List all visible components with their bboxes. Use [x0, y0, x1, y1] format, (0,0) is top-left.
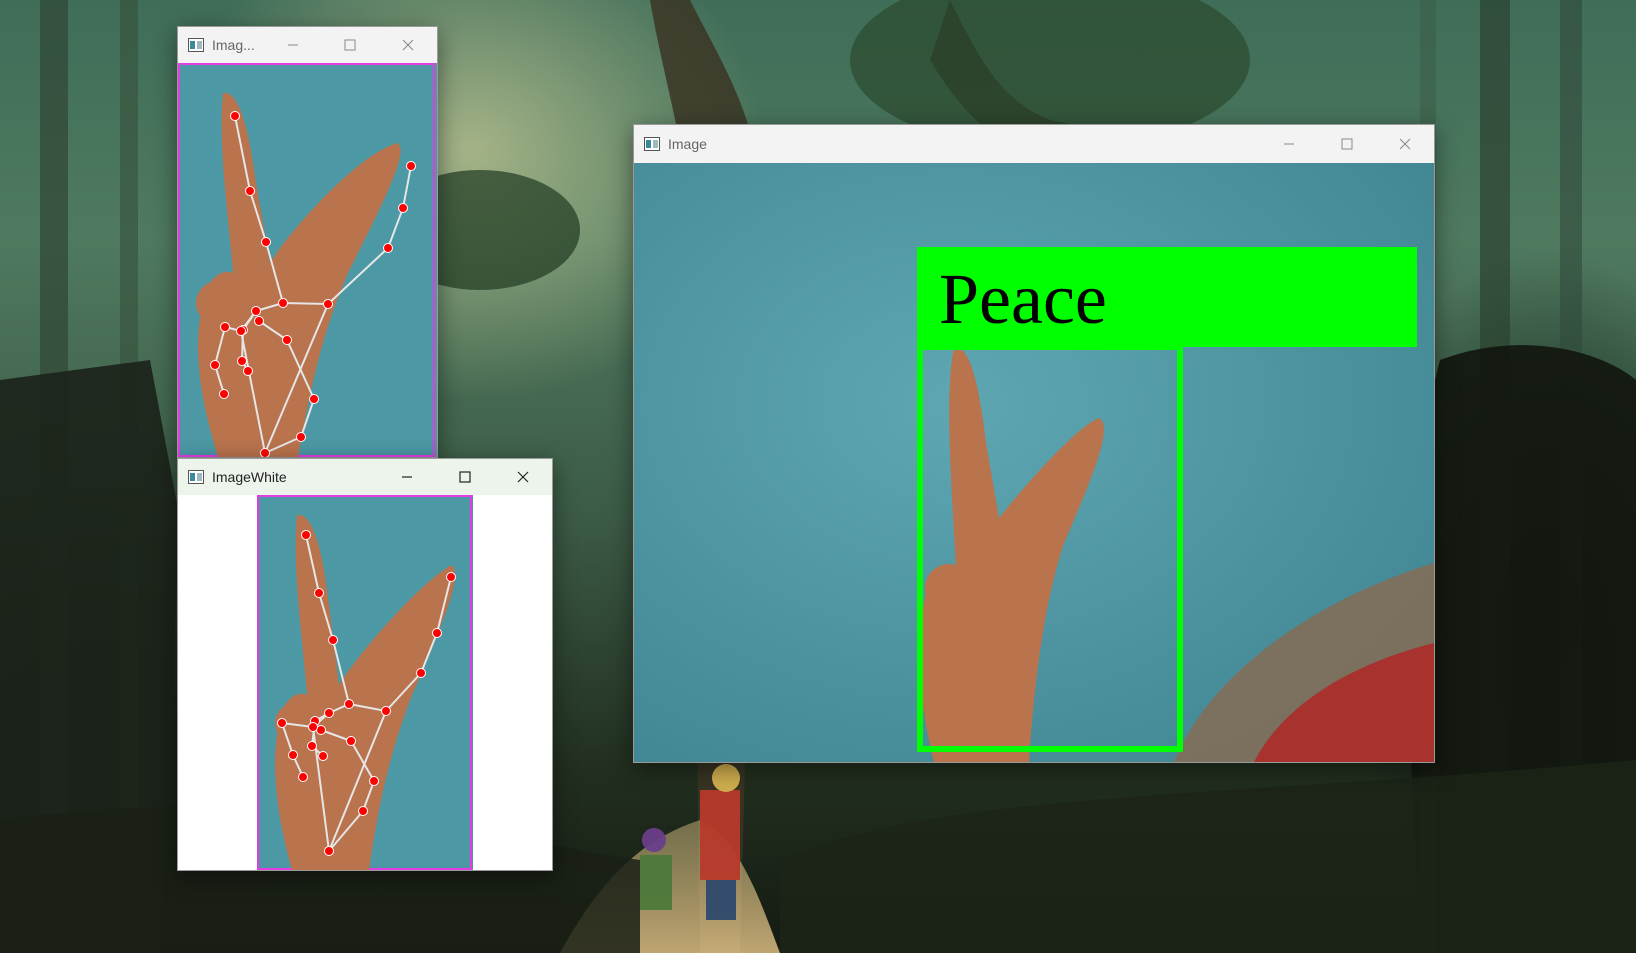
landmark-point: [288, 750, 298, 760]
landmark-point: [383, 243, 393, 253]
landmark-point: [369, 776, 379, 786]
landmark-point: [346, 736, 356, 746]
landmark-connection: [282, 302, 329, 305]
landmark-point: [260, 448, 270, 457]
landmark-point: [358, 806, 368, 816]
landmark-point: [278, 298, 288, 308]
landmark-point: [237, 356, 247, 366]
close-icon: [402, 39, 414, 51]
landmark-point: [220, 322, 230, 332]
landmark-point: [308, 722, 318, 732]
window-title: Image: [668, 136, 707, 152]
close-icon: [517, 471, 529, 483]
close-button[interactable]: [1376, 125, 1434, 163]
landmark-point: [432, 628, 442, 638]
image-canvas: [178, 495, 552, 870]
minimize-button[interactable]: [378, 459, 436, 495]
image-small-window[interactable]: Imag...: [177, 26, 438, 458]
landmark-point: [243, 366, 253, 376]
landmark-point: [251, 306, 261, 316]
maximize-button[interactable]: [436, 459, 494, 495]
landmark-point: [416, 668, 426, 678]
close-button[interactable]: [494, 459, 552, 495]
title-bar[interactable]: Image: [634, 125, 1434, 163]
image-canvas: [178, 63, 437, 457]
close-icon: [1399, 138, 1411, 150]
maximize-icon: [344, 39, 356, 51]
minimize-button[interactable]: [1260, 125, 1318, 163]
image-white-window[interactable]: ImageWhite: [177, 458, 553, 871]
landmark-point: [318, 751, 328, 761]
landmark-point: [236, 326, 246, 336]
camera-feed: Peace: [634, 163, 1434, 762]
maximize-icon: [1341, 138, 1353, 150]
landmark-point: [381, 706, 391, 716]
landmark-point: [282, 335, 292, 345]
landmark-point: [324, 708, 334, 718]
landmark-point: [298, 772, 308, 782]
minimize-icon: [1284, 143, 1294, 145]
landmark-point: [230, 111, 240, 121]
maximize-icon: [459, 471, 471, 483]
landmark-point: [254, 316, 264, 326]
maximize-button[interactable]: [1318, 125, 1376, 163]
landmark-point: [301, 530, 311, 540]
minimize-icon: [402, 476, 412, 478]
window-title: ImageWhite: [212, 469, 287, 485]
landmark-point: [446, 572, 456, 582]
landmark-point: [245, 186, 255, 196]
landmark-point: [324, 846, 334, 856]
landmark-point: [344, 699, 354, 709]
landmark-point: [296, 432, 306, 442]
maximize-button[interactable]: [321, 27, 379, 63]
landmark-point: [309, 394, 319, 404]
opencv-window-icon: [644, 137, 660, 151]
landmark-point: [210, 360, 220, 370]
landmark-point: [277, 718, 287, 728]
gesture-label: Peace: [939, 259, 1107, 339]
landmark-point: [307, 741, 317, 751]
landmark-point: [219, 389, 229, 399]
landmark-point: [406, 161, 416, 171]
title-bar[interactable]: Imag...: [178, 27, 437, 63]
minimize-icon: [287, 44, 298, 46]
minimize-button[interactable]: [264, 27, 321, 63]
title-bar[interactable]: ImageWhite: [178, 459, 552, 495]
opencv-window-icon: [188, 38, 204, 52]
image-main-window[interactable]: Image Peace: [633, 124, 1435, 763]
landmark-point: [328, 635, 338, 645]
landmark-point: [314, 588, 324, 598]
landmark-point: [323, 299, 333, 309]
opencv-window-icon: [188, 470, 204, 484]
landmark-point: [398, 203, 408, 213]
close-button[interactable]: [379, 27, 437, 63]
landmark-point: [261, 237, 271, 247]
window-title: Imag...: [212, 37, 255, 53]
